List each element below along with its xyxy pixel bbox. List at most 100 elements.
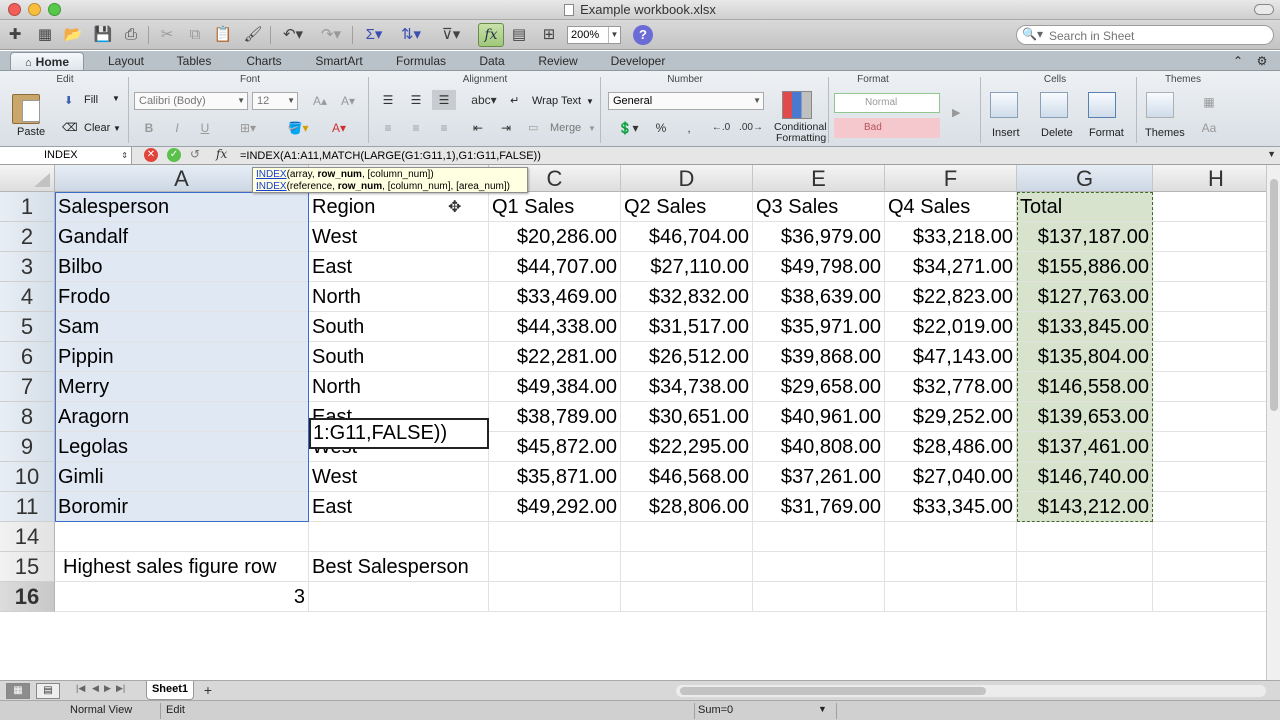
themes-icon[interactable] [1146,92,1174,118]
cell-b[interactable]: Region [309,192,489,222]
zoom-select[interactable]: 200% ▼ [567,26,621,44]
empty-cell[interactable] [621,582,753,612]
cell-a[interactable]: Boromir [55,492,309,522]
theme-fonts-icon[interactable]: Aa [1196,118,1222,138]
tooltip-function-link[interactable]: INDEX [256,169,287,180]
cell-g[interactable]: $137,461.00 [1017,432,1153,462]
last-sheet-icon[interactable]: ▶| [116,683,125,694]
percent-format-icon[interactable]: % [650,118,672,138]
cell-c[interactable]: $44,707.00 [489,252,621,282]
row-header[interactable]: 6 [0,342,55,372]
row-header[interactable]: 14 [0,522,55,552]
tab-charts[interactable]: Charts [236,52,292,70]
format-painter-icon[interactable]: 🖌 [242,24,264,46]
increase-font-icon[interactable]: A▴ [308,91,332,111]
cell-f[interactable]: $32,778.00 [885,372,1017,402]
empty-cell[interactable] [1153,582,1266,612]
empty-cell[interactable] [1017,522,1153,552]
cell-a[interactable]: Gandalf [55,222,309,252]
cell-d[interactable]: $34,738.00 [621,372,753,402]
cell-d[interactable]: Q2 Sales [621,192,753,222]
increase-indent-icon[interactable]: ⇥ [494,118,518,138]
cell-b[interactable]: West [309,462,489,492]
add-sheet-button[interactable]: + [200,682,216,698]
style-normal[interactable]: Normal [834,93,940,113]
conditional-formatting-label-2[interactable]: Formatting [776,132,826,144]
empty-cell[interactable] [1153,282,1266,312]
search-in-sheet[interactable]: 🔍▾ [1016,25,1274,45]
cell-a[interactable]: Legolas [55,432,309,462]
font-name-select[interactable]: Calibri (Body) ▼ [134,92,248,110]
style-bad[interactable]: Bad [834,118,940,138]
copy-icon[interactable]: ⧉ [184,24,206,46]
font-color-icon[interactable]: A▾ [322,118,356,138]
align-left-icon[interactable]: ≡ [376,118,400,138]
cell-b[interactable]: Best Salesperson [309,552,489,582]
tab-review[interactable]: Review [530,52,586,70]
empty-cell[interactable] [1153,462,1266,492]
row-header[interactable]: 2 [0,222,55,252]
sort-icon[interactable]: ⇅▾ [396,24,426,46]
gallery-icon[interactable]: ▤ [508,24,530,46]
cell-g[interactable]: $143,212.00 [1017,492,1153,522]
next-sheet-icon[interactable]: ▶ [104,683,111,694]
redo-icon[interactable]: ↷▾ [316,24,346,46]
cell-e[interactable]: $36,979.00 [753,222,885,252]
tab-formulas[interactable]: Formulas [388,52,454,70]
empty-cell[interactable] [885,582,1017,612]
font-size-select[interactable]: 12 ▼ [252,92,298,110]
cell-e[interactable]: $49,798.00 [753,252,885,282]
orientation-button[interactable]: abc▾ [464,90,504,110]
cell-e[interactable]: $40,961.00 [753,402,885,432]
empty-cell[interactable] [753,552,885,582]
cell-d[interactable]: $31,517.00 [621,312,753,342]
cell-e[interactable]: $37,261.00 [753,462,885,492]
horizontal-scroll-thumb[interactable] [680,687,986,695]
empty-cell[interactable] [1153,372,1266,402]
undo-icon[interactable]: ↶▾ [278,24,308,46]
column-header-e[interactable]: E [753,165,885,192]
cell-d[interactable]: $26,512.00 [621,342,753,372]
empty-cell[interactable] [1153,492,1266,522]
format-cells-icon[interactable] [1088,92,1116,118]
empty-cell[interactable] [309,582,489,612]
vertical-scrollbar[interactable] [1266,165,1280,680]
currency-format-icon[interactable]: 💲▾ [610,118,646,138]
cell-d[interactable]: $30,651.00 [621,402,753,432]
cell-c[interactable]: $22,281.00 [489,342,621,372]
comma-format-icon[interactable]: , [678,118,700,138]
active-cell-b16[interactable]: 1:G11,FALSE)) [309,418,489,449]
first-sheet-icon[interactable]: |◀ [76,683,85,694]
cell-g[interactable]: Total [1017,192,1153,222]
tab-home[interactable]: ⌂ Home [10,52,84,70]
empty-cell[interactable] [1153,522,1266,552]
align-center-icon[interactable]: ≡ [404,118,428,138]
column-header-h[interactable]: H [1153,165,1266,192]
ribbon-collapse-icon[interactable]: ⌃ [1228,52,1248,70]
cell-f[interactable]: $33,345.00 [885,492,1017,522]
delete-button[interactable]: Delete [1041,127,1073,139]
row-header[interactable]: 4 [0,282,55,312]
insert-cells-icon[interactable] [990,92,1018,118]
row-header[interactable]: 8 [0,402,55,432]
empty-cell[interactable] [489,582,621,612]
empty-cell[interactable] [55,522,309,552]
empty-cell[interactable] [489,522,621,552]
empty-cell[interactable] [753,522,885,552]
empty-cell[interactable] [621,552,753,582]
autosum-icon[interactable]: Σ▾ [360,24,388,46]
empty-cell[interactable] [1017,552,1153,582]
cell-a[interactable]: Salesperson [55,192,309,222]
cell-f[interactable]: $29,252.00 [885,402,1017,432]
cell-e[interactable]: $35,971.00 [753,312,885,342]
cell-c[interactable]: $49,292.00 [489,492,621,522]
row-header[interactable]: 11 [0,492,55,522]
row-header[interactable]: 1 [0,192,55,222]
cell-a[interactable]: Gimli [55,462,309,492]
cell-g[interactable]: $146,740.00 [1017,462,1153,492]
name-box[interactable]: INDEX ⇕ [0,147,132,164]
row-header[interactable]: 3 [0,252,55,282]
cell-f[interactable]: $47,143.00 [885,342,1017,372]
cell-a[interactable]: Pippin [55,342,309,372]
cell-f[interactable]: $22,019.00 [885,312,1017,342]
